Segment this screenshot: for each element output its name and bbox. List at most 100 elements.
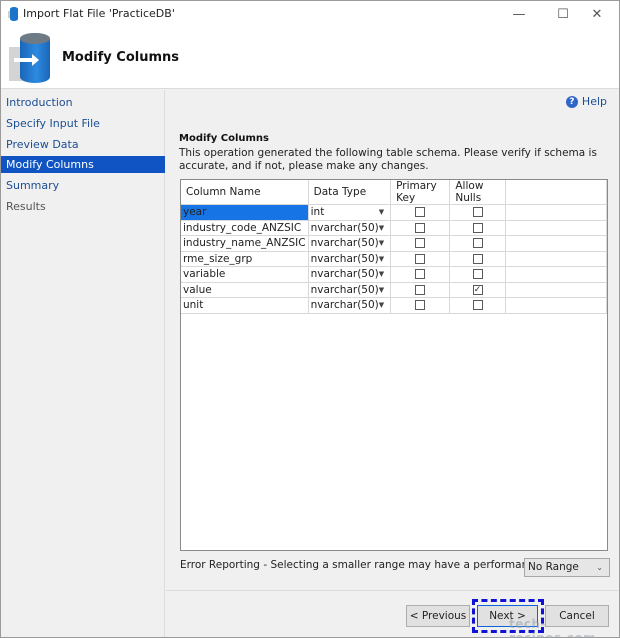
- page-title: Modify Columns: [62, 50, 180, 65]
- previous-button[interactable]: < Previous: [406, 605, 470, 627]
- data-type-dropdown[interactable]: nvarchar(50) ▼: [308, 235, 392, 252]
- column-name-cell[interactable]: variable: [181, 266, 309, 283]
- data-type-value: nvarchar(50): [310, 221, 379, 234]
- allow-nulls-checkbox[interactable]: ✓: [472, 284, 483, 295]
- data-type-value: int: [310, 206, 325, 219]
- footer-divider: [166, 590, 619, 591]
- wizard-steps-sidebar: Introduction Specify Input File Preview …: [1, 90, 165, 637]
- table-row[interactable]: year int ▼: [181, 204, 608, 221]
- allow-nulls-cell: [449, 235, 506, 252]
- schema-table: Column Name Data Type Primary Key Allow …: [181, 180, 608, 314]
- filler-cell: [505, 282, 608, 298]
- data-type-dropdown[interactable]: nvarchar(50) ▼: [308, 266, 392, 283]
- allow-nulls-checkbox[interactable]: [472, 207, 483, 218]
- allow-nulls-checkbox[interactable]: [472, 253, 483, 264]
- primary-key-checkbox[interactable]: [415, 300, 426, 311]
- sidebar-item-modify-columns[interactable]: Modify Columns: [1, 156, 165, 173]
- allow-nulls-checkbox[interactable]: [472, 222, 483, 233]
- error-range-select[interactable]: No Range ⌄: [524, 558, 610, 577]
- column-name-cell[interactable]: rme_size_grp: [181, 251, 309, 267]
- primary-key-checkbox[interactable]: [415, 238, 426, 249]
- filler-cell: [505, 220, 608, 236]
- primary-key-cell: [390, 282, 451, 298]
- primary-key-checkbox[interactable]: [415, 222, 426, 233]
- data-type-dropdown[interactable]: nvarchar(50) ▼: [308, 282, 392, 298]
- database-import-icon: [9, 33, 51, 83]
- allow-nulls-checkbox[interactable]: [472, 269, 483, 280]
- allow-nulls-checkbox[interactable]: [472, 238, 483, 249]
- allow-nulls-cell: [449, 266, 506, 283]
- cancel-button[interactable]: Cancel: [545, 605, 609, 627]
- error-range-value: No Range: [528, 561, 579, 573]
- allow-nulls-cell: ✓: [449, 282, 506, 298]
- data-type-dropdown[interactable]: nvarchar(50) ▼: [308, 251, 392, 267]
- column-name-cell[interactable]: industry_name_ANZSIC: [181, 235, 309, 252]
- window-title: Import Flat File 'PracticeDB': [23, 7, 175, 20]
- allow-nulls-checkbox[interactable]: [472, 300, 483, 311]
- primary-key-cell: [390, 235, 451, 252]
- data-type-value: nvarchar(50): [310, 237, 379, 250]
- error-reporting-label: Error Reporting - Selecting a smaller ra…: [180, 559, 580, 571]
- dropdown-arrow-icon[interactable]: ▼: [379, 286, 388, 294]
- app-icon: [8, 7, 18, 21]
- allow-nulls-cell: [449, 204, 506, 221]
- filler-cell: [505, 251, 608, 267]
- primary-key-checkbox[interactable]: [415, 284, 426, 295]
- header-data-type: Data Type: [308, 180, 392, 205]
- sidebar-item-preview-data[interactable]: Preview Data: [1, 136, 165, 153]
- minimize-button[interactable]: —: [497, 1, 541, 27]
- help-icon: ?: [565, 95, 578, 108]
- dropdown-arrow-icon[interactable]: ▼: [379, 224, 388, 232]
- close-button[interactable]: ✕: [575, 1, 619, 27]
- data-type-value: nvarchar(50): [310, 252, 379, 265]
- filler-cell: [505, 297, 608, 314]
- sidebar-item-introduction[interactable]: Introduction: [1, 94, 165, 111]
- dropdown-arrow-icon[interactable]: ▼: [379, 255, 388, 263]
- data-type-value: nvarchar(50): [310, 283, 379, 296]
- primary-key-cell: [390, 266, 451, 283]
- wizard-header: Modify Columns: [1, 27, 619, 89]
- table-row[interactable]: industry_name_ANZSIC nvarchar(50) ▼: [181, 235, 608, 252]
- schema-grid[interactable]: Column Name Data Type Primary Key Allow …: [180, 179, 608, 551]
- column-name-cell[interactable]: unit: [181, 297, 309, 314]
- header-column-name: Column Name: [181, 180, 309, 205]
- table-row[interactable]: unit nvarchar(50) ▼: [181, 297, 608, 314]
- dropdown-arrow-icon[interactable]: ▼: [379, 301, 388, 309]
- primary-key-checkbox[interactable]: [415, 207, 426, 218]
- column-name-cell[interactable]: year: [181, 204, 309, 221]
- import-flat-file-window: Import Flat File 'PracticeDB' — ☐ ✕ Modi…: [0, 0, 620, 638]
- section-description: This operation generated the following t…: [179, 147, 597, 172]
- sidebar-item-specify-input-file[interactable]: Specify Input File: [1, 115, 165, 132]
- primary-key-cell: [390, 204, 451, 221]
- table-row[interactable]: industry_code_ANZSIC nvarchar(50) ▼: [181, 220, 608, 236]
- sidebar-item-results: Results: [6, 200, 46, 213]
- allow-nulls-cell: [449, 251, 506, 267]
- header-allow-nulls: Allow Nulls: [449, 180, 506, 205]
- sidebar-item-summary[interactable]: Summary: [1, 177, 165, 194]
- header-primary-key: Primary Key: [390, 180, 451, 205]
- dropdown-arrow-icon[interactable]: ▼: [379, 239, 388, 247]
- filler-cell: [505, 204, 608, 221]
- schema-header-row: Column Name Data Type Primary Key Allow …: [181, 180, 608, 205]
- filler-cell: [505, 266, 608, 283]
- column-name-cell[interactable]: value: [181, 282, 309, 298]
- primary-key-cell: [390, 297, 451, 314]
- help-link[interactable]: ? Help: [565, 95, 607, 108]
- primary-key-checkbox[interactable]: [415, 253, 426, 264]
- next-button[interactable]: Next >: [477, 605, 538, 627]
- primary-key-checkbox[interactable]: [415, 269, 426, 280]
- data-type-value: nvarchar(50): [310, 299, 379, 312]
- dropdown-arrow-icon[interactable]: ▼: [379, 270, 388, 278]
- table-row[interactable]: value nvarchar(50) ▼ ✓: [181, 282, 608, 298]
- dropdown-arrow-icon[interactable]: ▼: [379, 208, 388, 216]
- section-title: Modify Columns: [179, 133, 270, 144]
- column-name-cell[interactable]: industry_code_ANZSIC: [181, 220, 309, 236]
- data-type-value: nvarchar(50): [310, 268, 379, 281]
- data-type-dropdown[interactable]: nvarchar(50) ▼: [308, 220, 392, 236]
- table-row[interactable]: rme_size_grp nvarchar(50) ▼: [181, 251, 608, 267]
- data-type-dropdown[interactable]: nvarchar(50) ▼: [308, 297, 392, 314]
- table-row[interactable]: variable nvarchar(50) ▼: [181, 266, 608, 283]
- help-label: Help: [581, 95, 607, 108]
- allow-nulls-cell: [449, 297, 506, 314]
- data-type-dropdown[interactable]: int ▼: [308, 204, 392, 221]
